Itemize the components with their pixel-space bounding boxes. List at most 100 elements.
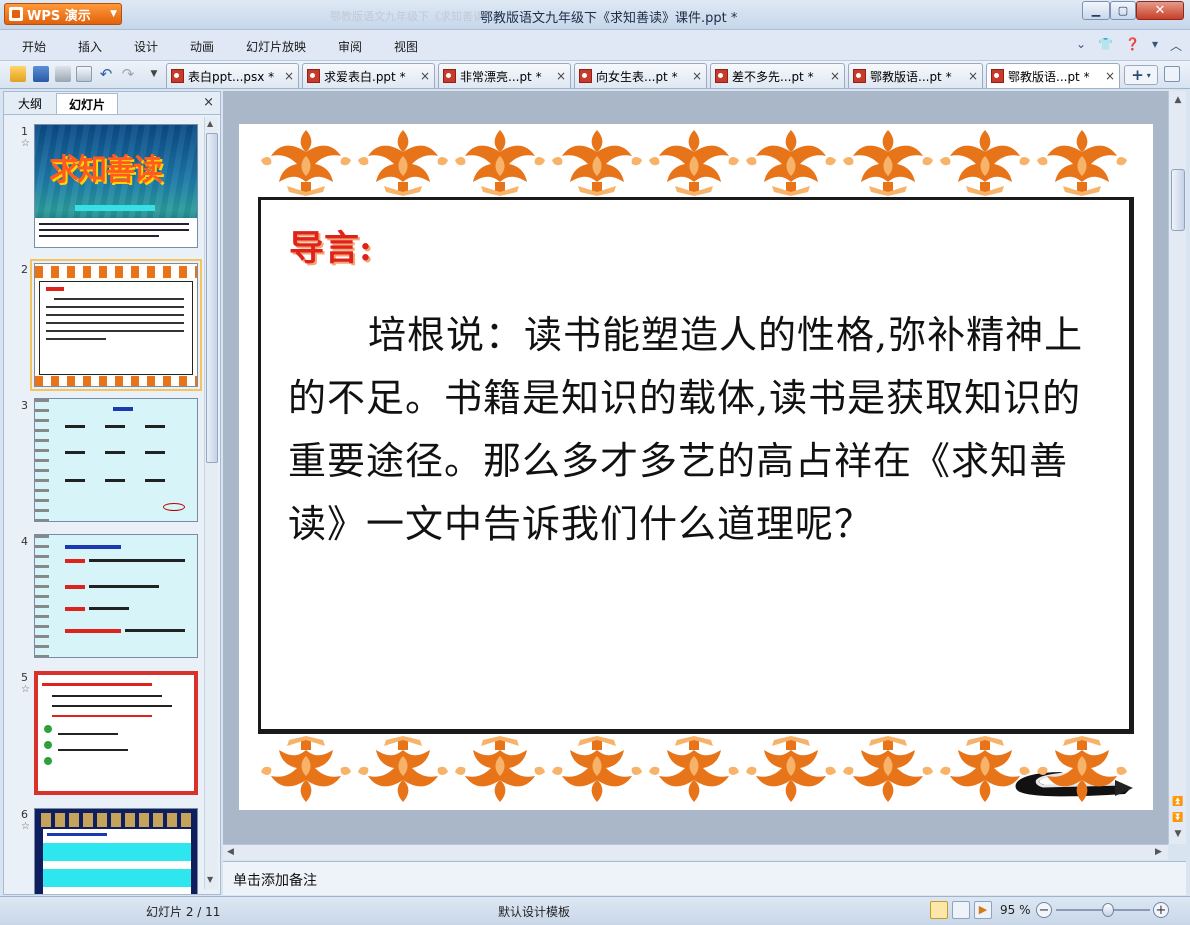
slide-thumbnail-4[interactable] <box>34 534 198 658</box>
slide-sorter-view-button[interactable] <box>952 901 970 919</box>
scroll-right-icon[interactable]: ▶ <box>1155 847 1162 857</box>
thumbnail-number: 3 <box>21 399 28 412</box>
tab-toolbar: ↶ ↷ ▼ 表白ppt...psx * × 求爱表白.ppt * × 非常漂亮.… <box>0 61 1190 89</box>
menu-review[interactable]: 审阅 <box>338 38 362 55</box>
slide-counter: 幻灯片 2 / 11 <box>146 905 221 919</box>
menu-slideshow[interactable]: 幻灯片放映 <box>246 38 306 55</box>
help-icon[interactable]: ❓ <box>1125 37 1140 54</box>
menu-home[interactable]: 开始 <box>22 38 46 55</box>
design-template-name: 默认设计模板 <box>498 905 571 919</box>
tab-label: 求爱表白.ppt * <box>324 69 406 84</box>
vertical-scroll-thumb[interactable] <box>1171 169 1185 231</box>
tab-slides[interactable]: 幻灯片 <box>56 93 118 114</box>
zoom-slider-thumb[interactable] <box>1101 903 1114 917</box>
chevron-up-icon[interactable]: ︿ <box>1170 37 1182 54</box>
menu-view[interactable]: 视图 <box>394 38 418 55</box>
doc-tab-7-active[interactable]: 鄂教版语...pt * × <box>986 63 1120 88</box>
tab-close-icon[interactable]: × <box>830 69 840 83</box>
maximize-button[interactable]: ▢ <box>1110 1 1136 20</box>
slide-thumbnail-3[interactable] <box>34 398 198 522</box>
tab-close-icon[interactable]: × <box>284 69 294 83</box>
menu-animation[interactable]: 动画 <box>190 38 214 55</box>
current-slide[interactable]: 导言: 培根说：读书能塑造人的性格,弥补精神上的不足。书籍是知识的载体,读书是获… <box>239 124 1153 810</box>
tab-label: 差不多先...pt * <box>732 69 814 84</box>
window-title: 鄂教版语文九年级下《求知善读》课件.ppt * <box>480 11 738 26</box>
print-icon[interactable] <box>55 66 71 82</box>
doc-tab-1[interactable]: 表白ppt...psx * × <box>166 63 299 88</box>
horizontal-scrollbar[interactable]: ◀ ▶ <box>223 844 1168 860</box>
minimize-button[interactable]: ▁ <box>1082 1 1110 20</box>
tab-close-icon[interactable]: × <box>1105 69 1115 83</box>
faded-title-text: 鄂教版语文九年级下《求知善读 <box>330 10 480 22</box>
ornament-motif <box>451 126 549 196</box>
menu-insert[interactable]: 插入 <box>78 38 102 55</box>
new-tab-button[interactable]: + ▾ <box>1124 65 1158 85</box>
previous-slide-icon[interactable]: ⏫ <box>1171 795 1185 809</box>
scroll-down-icon[interactable]: ▼ <box>1171 827 1185 841</box>
doc-tab-6[interactable]: 鄂教版语...pt * × <box>848 63 983 88</box>
chevron-down-icon[interactable]: ▾ <box>1152 37 1158 54</box>
save-icon[interactable] <box>33 66 49 82</box>
wps-presentation-window: WPS 演示 ▼ 鄂教版语文九年级下《求知善读 鄂教版语文九年级下《求知善读》课… <box>0 0 1190 925</box>
scroll-up-icon[interactable]: ▲ <box>207 119 213 128</box>
thumbnail-number: 6 <box>21 808 28 821</box>
thumb-ornament-top <box>35 266 197 278</box>
scroll-left-icon[interactable]: ◀ <box>227 847 234 857</box>
vertical-scrollbar[interactable]: ▲ ⏫ ⏬ ▼ <box>1168 91 1186 844</box>
doc-tab-3[interactable]: 非常漂亮...pt * × <box>438 63 571 88</box>
tab-close-icon[interactable]: × <box>692 69 702 83</box>
tab-label: 向女生表...pt * <box>596 69 678 84</box>
panel-scroll-thumb[interactable] <box>206 133 218 463</box>
tab-close-icon[interactable]: × <box>556 69 566 83</box>
slide-thumbnail-1[interactable]: 求知善读 <box>34 124 198 248</box>
slideshow-play-button[interactable]: ▶ <box>974 901 992 919</box>
ppt-file-icon <box>307 69 320 83</box>
undo-icon[interactable]: ↶ <box>98 66 114 82</box>
animation-star-icon: ☆ <box>21 684 30 695</box>
ornament-motif <box>936 736 1034 806</box>
slide-thumbnail-5[interactable] <box>34 671 198 795</box>
slide-thumbnail-6[interactable] <box>34 808 198 894</box>
ornament-motif <box>451 736 549 806</box>
zoom-out-button[interactable]: − <box>1036 902 1052 918</box>
redo-icon[interactable]: ↷ <box>120 66 136 82</box>
wps-app-menu-button[interactable]: WPS 演示 ▼ <box>4 3 122 25</box>
tab-close-icon[interactable]: × <box>420 69 430 83</box>
slide-editor-canvas: 导言: 培根说：读书能塑造人的性格,弥补精神上的不足。书籍是知识的载体,读书是获… <box>223 91 1168 844</box>
ornament-motif <box>257 126 355 196</box>
ornament-motif <box>645 126 743 196</box>
scroll-up-icon[interactable]: ▲ <box>1171 93 1185 107</box>
open-folder-icon[interactable] <box>10 66 26 82</box>
tab-close-icon[interactable]: × <box>968 69 978 83</box>
panel-scrollbar[interactable]: ▲ ▼ <box>204 117 218 889</box>
doc-tab-4[interactable]: 向女生表...pt * × <box>574 63 707 88</box>
notes-placeholder: 单击添加备注 <box>233 873 317 889</box>
ornament-motif <box>839 736 937 806</box>
ppt-file-icon <box>579 69 592 83</box>
tab-label: 鄂教版语...pt * <box>1008 69 1090 84</box>
scroll-down-icon[interactable]: ▼ <box>207 875 213 884</box>
menu-design[interactable]: 设计 <box>134 38 158 55</box>
chevron-down-icon[interactable]: ⌄ <box>1076 37 1086 54</box>
zoom-in-button[interactable]: + <box>1153 902 1169 918</box>
ornament-motif <box>1033 736 1131 806</box>
tab-list-icon[interactable] <box>1164 66 1180 82</box>
thumb-ornament-bottom <box>35 376 197 386</box>
skin-icon[interactable]: 👕 <box>1098 37 1113 54</box>
quick-access-dropdown-icon[interactable]: ▼ <box>146 66 162 82</box>
notes-pane[interactable]: 单击添加备注 <box>223 861 1186 895</box>
slide-heading[interactable]: 导言: <box>289 220 372 271</box>
doc-tab-2[interactable]: 求爱表白.ppt * × <box>302 63 435 88</box>
ppt-file-icon <box>171 69 184 83</box>
title-bar: WPS 演示 ▼ 鄂教版语文九年级下《求知善读 鄂教版语文九年级下《求知善读》课… <box>0 0 1190 30</box>
slide-body-text[interactable]: 培根说：读书能塑造人的性格,弥补精神上的不足。书籍是知识的载体,读书是获取知识的… <box>288 304 1098 556</box>
panel-close-icon[interactable]: × <box>203 95 214 110</box>
slide-thumbnail-2-selected[interactable] <box>30 259 202 391</box>
normal-view-button[interactable] <box>930 901 948 919</box>
print-preview-icon[interactable] <box>76 66 92 82</box>
doc-tab-5[interactable]: 差不多先...pt * × <box>710 63 845 88</box>
tab-outline[interactable]: 大纲 <box>8 93 52 114</box>
chevron-down-icon: ▾ <box>1146 70 1151 80</box>
close-window-button[interactable]: ✕ <box>1136 1 1184 20</box>
next-slide-icon[interactable]: ⏬ <box>1171 811 1185 825</box>
